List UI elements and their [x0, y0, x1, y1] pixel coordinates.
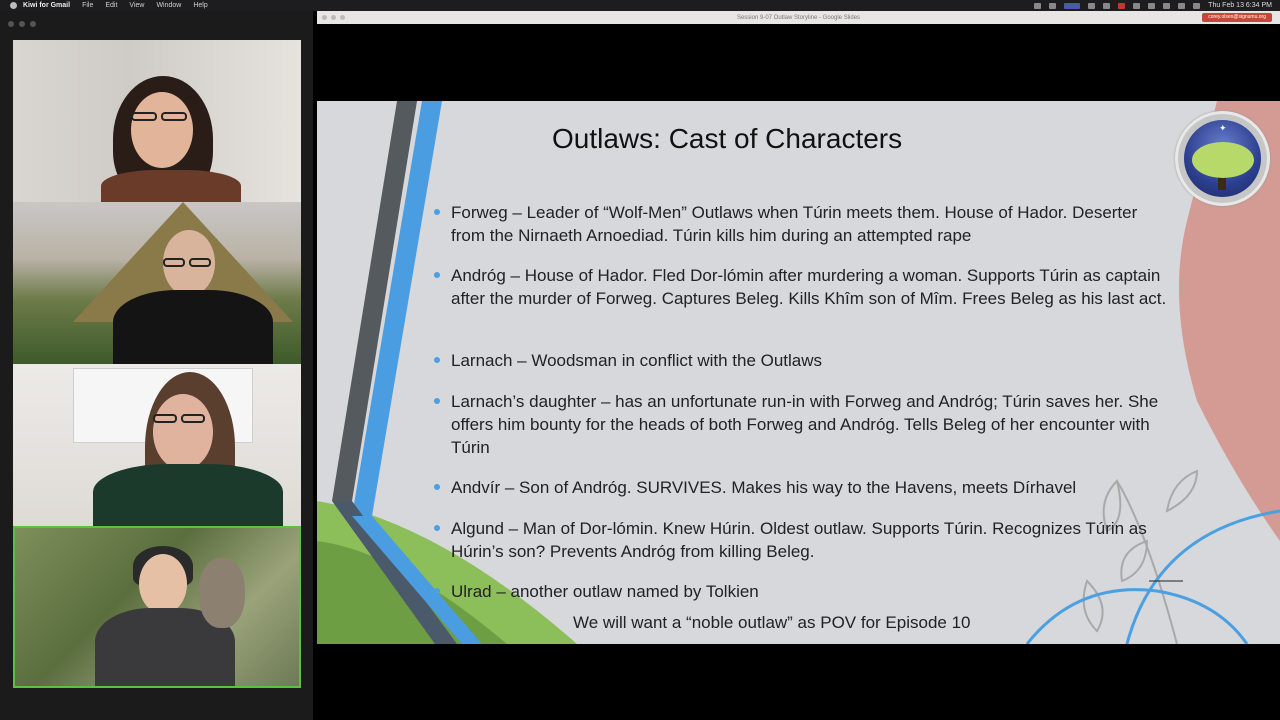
participant-video-tile[interactable]: [13, 364, 301, 526]
bullet-andvir: Andvír – Son of Andróg. SURVIVES. Makes …: [433, 476, 1076, 499]
bullet-larnach: Larnach – Woodsman in conflict with the …: [433, 349, 822, 372]
participant-face: [139, 554, 187, 614]
apple-menu-icon[interactable]: [10, 2, 17, 9]
participant-face: [131, 92, 193, 168]
close-window-icon[interactable]: [8, 21, 14, 27]
presentation-slide: ✦ Outlaws: Cast of Characters Forweg – L…: [317, 101, 1280, 644]
bullet-ulrad: Ulrad – another outlaw named by Tolkien: [433, 580, 759, 603]
bullet-larnachs-daughter: Larnach’s daughter – has an unfortunate …: [433, 390, 1173, 459]
menubar-window[interactable]: Window: [156, 2, 181, 9]
slides-browser-window: Session 9-07 Outlaw Storyline - Google S…: [317, 11, 1280, 644]
status-icon[interactable]: [1103, 2, 1111, 9]
menubar-status-area: Thu Feb 13 6:34 PM: [1034, 2, 1280, 9]
wifi-icon[interactable]: [1163, 2, 1171, 9]
minimize-window-icon[interactable]: [19, 21, 25, 27]
signum-logo: ✦: [1175, 111, 1270, 206]
browser-titlebar: Session 9-07 Outlaw Storyline - Google S…: [317, 11, 1280, 24]
control-center-icon[interactable]: [1193, 2, 1201, 9]
bullet-forweg: Forweg – Leader of “Wolf-Men” Outlaws wh…: [433, 201, 1173, 247]
account-badge[interactable]: corey.olsen@signumu.org: [1202, 13, 1272, 22]
participant-body: [113, 290, 273, 364]
participant-body: [93, 464, 283, 526]
status-icon[interactable]: [1049, 2, 1057, 9]
video-gallery-panel: [0, 11, 313, 720]
macos-menubar: Kiwi for Gmail File Edit View Window Hel…: [0, 0, 1280, 11]
window-controls: [8, 21, 36, 27]
menubar-help[interactable]: Help: [193, 2, 207, 9]
bullet-algund: Algund – Man of Dor-lómin. Knew Húrin. O…: [433, 517, 1173, 563]
menubar-file[interactable]: File: [82, 2, 93, 9]
glasses-icon: [131, 112, 157, 121]
participant-body: [101, 170, 241, 202]
status-icon[interactable]: [1034, 2, 1042, 9]
participant-video-tile[interactable]: [13, 40, 301, 202]
battery-icon[interactable]: [1148, 2, 1156, 9]
menubar-view[interactable]: View: [129, 2, 144, 9]
bullet-androg: Andróg – House of Hador. Fled Dor-lómin …: [433, 264, 1173, 310]
status-icon[interactable]: [1133, 2, 1141, 9]
tree-icon: [1192, 142, 1254, 178]
star-icon: ✦: [1219, 123, 1227, 133]
recording-icon[interactable]: [1118, 2, 1126, 9]
logo-emblem: ✦: [1184, 120, 1261, 197]
glasses-icon: [181, 414, 205, 423]
status-icon[interactable]: [1088, 2, 1096, 9]
zoom-status-icon[interactable]: [1064, 2, 1081, 9]
glasses-icon: [163, 258, 185, 267]
background-owl: [199, 558, 245, 628]
participant-video-tile[interactable]: [13, 202, 301, 364]
window-title: Session 9-07 Outlaw Storyline - Google S…: [736, 14, 861, 21]
menubar-edit[interactable]: Edit: [105, 2, 117, 9]
glasses-icon: [153, 414, 177, 423]
menubar-app-name[interactable]: Kiwi for Gmail: [23, 2, 70, 9]
slide-footer-note: We will want a “noble outlaw” as POV for…: [573, 613, 971, 632]
participant-face: [153, 394, 213, 470]
menubar-clock[interactable]: Thu Feb 13 6:34 PM: [1208, 2, 1272, 9]
slide-title: Outlaws: Cast of Characters: [552, 123, 903, 154]
zoom-window-icon[interactable]: [30, 21, 36, 27]
glasses-icon: [189, 258, 211, 267]
participant-video-tile-active-speaker[interactable]: [13, 526, 301, 688]
search-icon[interactable]: [1178, 2, 1186, 9]
glasses-icon: [161, 112, 187, 121]
